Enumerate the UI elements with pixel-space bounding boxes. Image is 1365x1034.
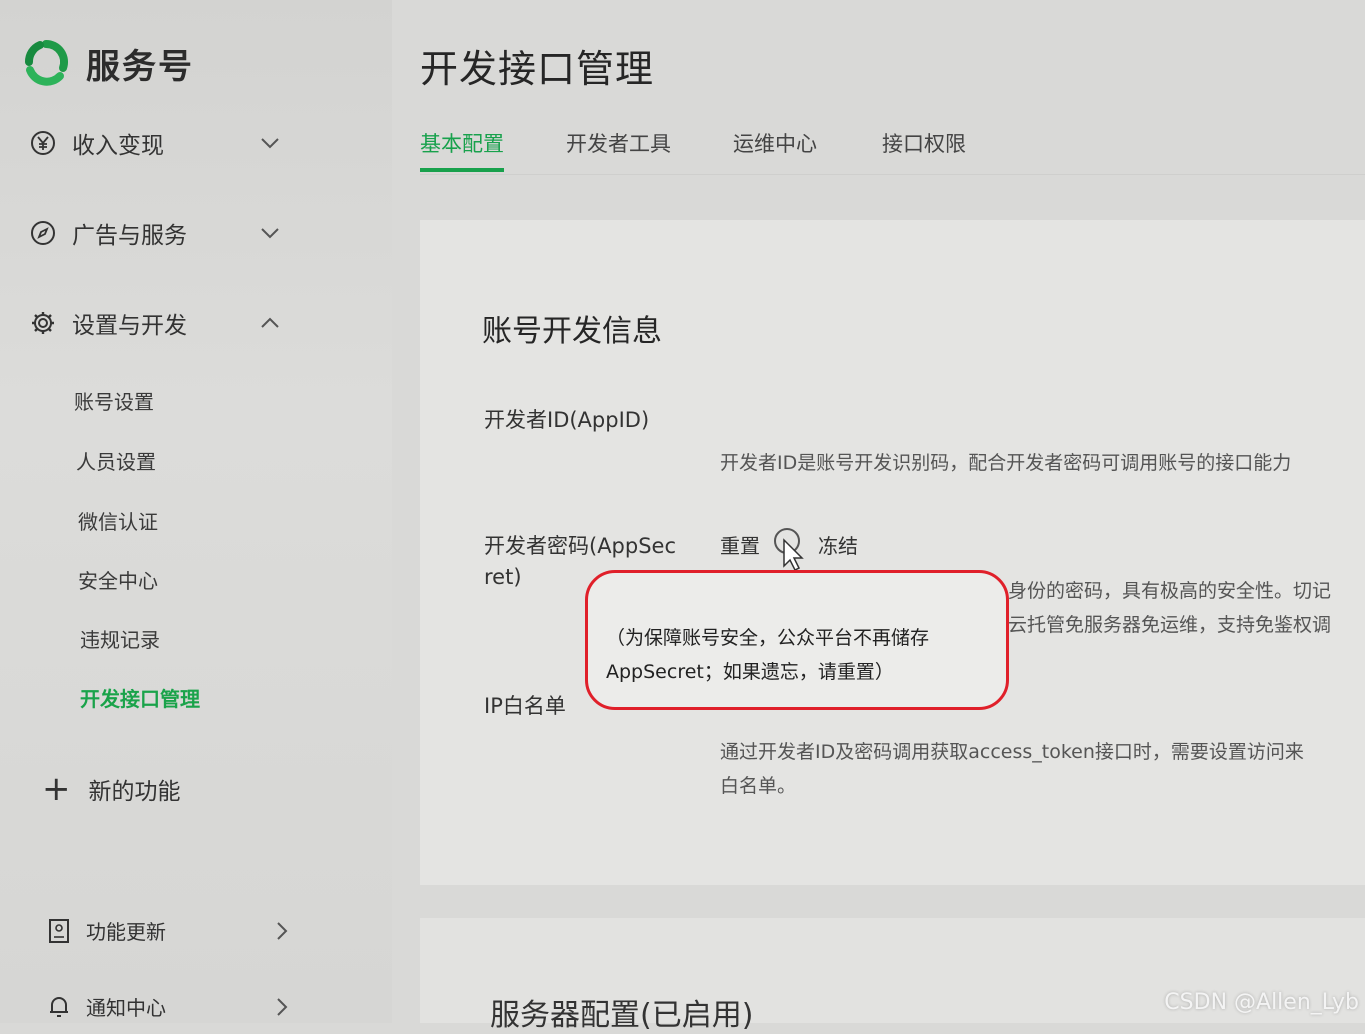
bell-icon [50,996,68,1017]
new-function-button[interactable]: + 新的功能 [42,772,181,806]
cursor-icon [774,528,804,572]
watermark: CSDN @Allen_Lyb [1164,990,1359,1015]
page-title: 开发接口管理 [420,47,655,91]
nav-group-label: 设置与开发 [72,313,187,339]
sidebar-item-staff[interactable]: 人员设置 [76,446,156,475]
gear-icon [32,312,54,334]
logo-icon [25,39,69,86]
section-title: 账号开发信息 [482,314,662,349]
chevron-right-icon [277,997,288,1016]
tab-api-permissions[interactable]: 接口权限 [882,128,966,168]
tab-ops-center[interactable]: 运维中心 [733,128,817,168]
compass-icon [31,221,55,245]
sidebar-item-dev-api[interactable]: 开发接口管理 [80,683,200,712]
sidebar: 服务号 收入变现 广告与服务 设置与开发 账号设置 人员设置 微信认证 安全中心… [0,0,392,1023]
plus-icon: + [42,769,71,809]
sidebar-item-violations[interactable]: 违规记录 [80,624,160,653]
sidebar-item-account[interactable]: 账号设置 [74,386,154,415]
brand-name: 服务号 [86,46,194,87]
chevron-down-icon [261,228,279,239]
ip-whitelist-description-line1: 通过开发者ID及密码调用获取access_token接口时，需要设置访问来 [720,741,1304,763]
ip-whitelist-label: IP白名单 [484,694,566,718]
tab-developer-tools[interactable]: 开发者工具 [566,128,671,168]
nav-group-ads[interactable]: 广告与服务 [30,216,280,250]
notification-center-label: 通知中心 [86,996,166,1020]
notification-center-item[interactable]: 通知中心 [48,992,288,1021]
reset-button[interactable]: 重置 [720,530,760,559]
ip-whitelist-description-line2: 白名单。 [720,775,797,797]
appid-label: 开发者ID(AppID) [484,408,650,432]
chevron-right-icon [277,921,288,940]
appsecret-description-line2: 云托管免服务器免运维，支持免鉴权调 [1008,614,1332,636]
server-config-title: 服务器配置(已启用) [490,998,754,1033]
yen-circle-icon [31,131,55,155]
callout-line2: AppSecret；如果遗忘，请重置） [606,661,894,683]
sidebar-item-security[interactable]: 安全中心 [78,565,158,594]
nav-group-settings[interactable]: 设置与开发 [30,306,280,340]
feature-updates-label: 功能更新 [86,920,166,944]
feature-updates-item[interactable]: 功能更新 [48,916,288,945]
appid-description: 开发者ID是账号开发识别码，配合开发者密码可调用账号的接口能力 [720,452,1292,474]
nav-group-label: 广告与服务 [72,223,187,249]
appsecret-label-line2: ret) [484,565,522,589]
sidebar-item-wechat-verify[interactable]: 微信认证 [78,506,158,535]
callout-line1: （为保障账号安全，公众平台不再储存 [606,627,930,649]
appsecret-description-line1: 身份的密码，具有极高的安全性。切记 [1008,580,1332,602]
tab-basic-config[interactable]: 基本配置 [420,128,504,172]
chevron-up-icon [261,317,279,328]
appsecret-label-line1: 开发者密码(AppSec [484,534,677,558]
brand[interactable]: 服务号 [22,38,194,88]
document-icon [49,918,69,943]
nav-group-income[interactable]: 收入变现 [30,126,280,160]
freeze-button[interactable]: 冻结 [818,530,858,559]
chevron-down-icon [261,138,279,149]
new-function-label: 新的功能 [88,779,181,805]
tab-bar: 基本配置 开发者工具 运维中心 接口权限 [420,128,1365,175]
nav-group-label: 收入变现 [72,133,164,159]
security-notice-callout: （为保障账号安全，公众平台不再储存 AppSecret；如果遗忘，请重置） [585,570,1009,710]
